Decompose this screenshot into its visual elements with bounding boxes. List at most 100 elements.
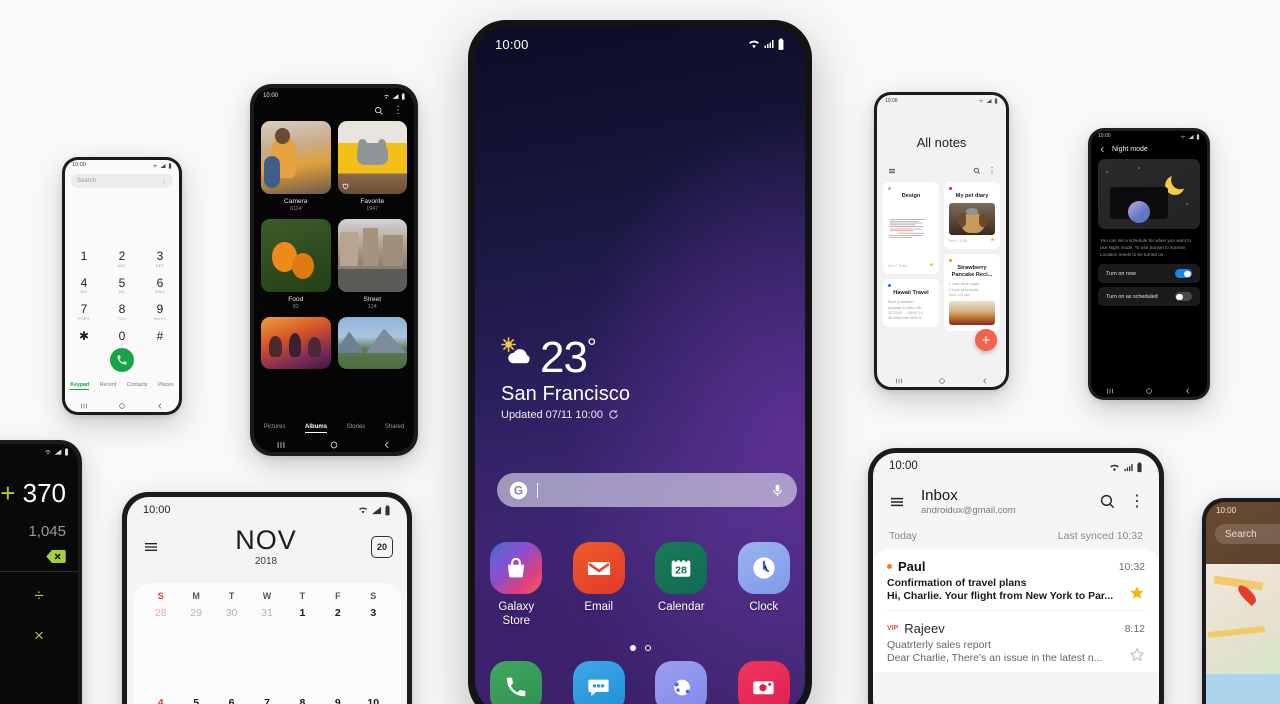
home-icon[interactable] (118, 402, 126, 410)
search-icon[interactable] (973, 167, 981, 175)
contacts-icon[interactable] (655, 661, 708, 704)
calculator-keypad[interactable]: % ÷ 9 × (0, 572, 78, 646)
search-icon[interactable] (374, 106, 384, 116)
calendar-icon[interactable]: 28 (655, 542, 708, 594)
album-thumbnail-party[interactable] (261, 317, 331, 369)
calendar-day[interactable]: 31 (249, 607, 284, 619)
dial-key[interactable]: # (141, 330, 179, 348)
add-note-button[interactable]: + (975, 329, 997, 351)
calendar-day[interactable]: 8 (285, 697, 320, 704)
calendar-day[interactable]: 1 (285, 607, 320, 619)
tab-pictures[interactable]: Pictures (264, 424, 286, 433)
album-thumbnail-street[interactable] (337, 219, 407, 292)
night-mode-row-scheduled[interactable]: Turn on as scheduled (1098, 287, 1200, 307)
dialer-search-field[interactable]: Search ⋮ (71, 174, 173, 188)
calendar-day[interactable]: 9 (320, 697, 355, 704)
back-icon[interactable] (1184, 387, 1192, 395)
app-galaxy-store[interactable]: Galaxy Store (475, 542, 558, 628)
note-card[interactable]: Strawberry Pancake Reci... 2 cups white … (944, 254, 1000, 331)
navigation-bar[interactable] (254, 440, 414, 450)
calc-key-9[interactable]: 9 (0, 626, 12, 646)
tab-contacts[interactable]: Contacts (127, 382, 147, 390)
refresh-icon[interactable] (608, 409, 619, 420)
dial-key[interactable]: 3 DEF (141, 250, 179, 268)
app-messages[interactable] (558, 661, 641, 704)
dial-key[interactable]: 2 ABC (103, 250, 141, 268)
album-cell[interactable]: Favorite 1947 (337, 121, 407, 212)
home-apps-row-2[interactable] (475, 661, 805, 704)
calendar-week-1[interactable]: 28 29 30 31 1 2 3 (143, 601, 391, 619)
calendar-day[interactable]: 7 (249, 697, 284, 704)
calc-key-divide[interactable]: ÷ (12, 586, 66, 606)
album-cell[interactable] (337, 317, 407, 369)
tab-stories[interactable]: Stories (347, 424, 366, 433)
app-contacts[interactable] (640, 661, 723, 704)
dialer-keypad[interactable]: 1 2 ABC 3 DEF 4 GHI 5 JKL 6 MNO 7 PQRS 8 TUV 9W… (65, 250, 179, 347)
note-card[interactable]: My pet diary Nov 7, 2018 (944, 182, 1000, 250)
calendar-day[interactable]: 6 (214, 697, 249, 704)
galaxy-store-icon[interactable] (490, 542, 543, 594)
toggle-turn-on-now[interactable] (1175, 269, 1192, 279)
calendar-day[interactable]: 30 (214, 607, 249, 619)
today-chip[interactable]: 20 (370, 536, 393, 558)
recents-icon[interactable] (895, 377, 903, 385)
navigation-bar[interactable] (65, 402, 179, 410)
star-icon[interactable] (990, 237, 995, 242)
star-icon-outline[interactable] (1129, 647, 1145, 663)
dial-key[interactable]: 9 WXYZ (141, 303, 179, 321)
recents-icon[interactable] (1106, 387, 1114, 395)
app-camera[interactable] (723, 661, 806, 704)
back-icon[interactable] (981, 377, 989, 385)
email-list-item[interactable]: VIP Rajeev 8:12 Quatrterly sales report … (887, 610, 1145, 672)
back-icon[interactable] (156, 402, 164, 410)
page-dot[interactable] (644, 645, 651, 651)
dial-key[interactable]: 6 MNO (141, 277, 179, 295)
notes-toolbar-right[interactable]: ⋮ (973, 167, 996, 175)
app-clock[interactable]: Clock (723, 542, 806, 628)
more-vertical-icon[interactable]: ⋮ (393, 106, 403, 116)
tab-shared[interactable]: Shared (385, 424, 404, 433)
more-vertical-icon[interactable]: ⋮ (988, 167, 996, 175)
map-canvas[interactable] (1206, 564, 1280, 704)
calendar-day[interactable]: 10 (356, 697, 391, 704)
weather-widget[interactable]: 23 ° San Francisco Updated 07/11 10:00 (501, 336, 630, 421)
tab-keypad[interactable]: Keypad (70, 382, 90, 390)
page-indicator[interactable] (475, 645, 805, 651)
recents-icon[interactable] (80, 402, 88, 410)
maps-search-field[interactable]: Search (1215, 524, 1280, 544)
calc-key-multiply[interactable]: × (12, 626, 66, 646)
home-apps-row-1[interactable]: Galaxy Store Email 28 Calendar Clock (475, 542, 805, 628)
album-thumbnail-camera[interactable] (261, 121, 331, 194)
calendar-day[interactable]: 5 (178, 697, 213, 704)
dial-key[interactable]: ✱ (65, 330, 103, 348)
app-phone[interactable] (475, 661, 558, 704)
clock-icon[interactable] (737, 542, 790, 594)
calendar-day[interactable]: 4 (143, 697, 178, 704)
search-icon[interactable] (1099, 493, 1116, 510)
note-card[interactable]: Design Nov 7, 2018 (883, 182, 939, 275)
hamburger-icon[interactable] (887, 167, 897, 175)
note-card[interactable]: Hawaii Travel Book a vacation package to… (883, 279, 939, 328)
gallery-tabs[interactable]: Pictures Albums Stories Shared (254, 424, 414, 433)
album-thumbnail-favorite[interactable] (337, 121, 407, 194)
dialer-tabs[interactable]: Keypad Recent Contacts Places (65, 382, 179, 390)
phone-icon[interactable] (490, 661, 543, 704)
navigation-bar[interactable] (1091, 387, 1207, 395)
mic-icon[interactable] (770, 483, 785, 498)
google-search-bar[interactable]: G (497, 473, 797, 507)
messages-icon[interactable] (572, 661, 625, 704)
gallery-toolbar[interactable]: ⋮ (254, 104, 414, 121)
album-cell[interactable]: Food 82 (261, 219, 331, 310)
dial-key[interactable]: 7 PQRS (65, 303, 103, 321)
dial-key[interactable]: 5 JKL (103, 277, 141, 295)
home-icon[interactable] (329, 440, 339, 450)
back-icon[interactable] (382, 440, 392, 450)
album-cell[interactable]: Street 124 (337, 219, 407, 310)
email-header-actions[interactable]: ⋮ (1099, 493, 1145, 510)
star-icon[interactable] (929, 262, 934, 267)
page-dot-active[interactable] (629, 645, 636, 651)
calc-key-percent[interactable]: % (0, 586, 12, 606)
calendar-day[interactable]: 28 (143, 607, 178, 619)
tab-places[interactable]: Places (158, 382, 174, 390)
calendar-day[interactable]: 2 (320, 607, 355, 619)
